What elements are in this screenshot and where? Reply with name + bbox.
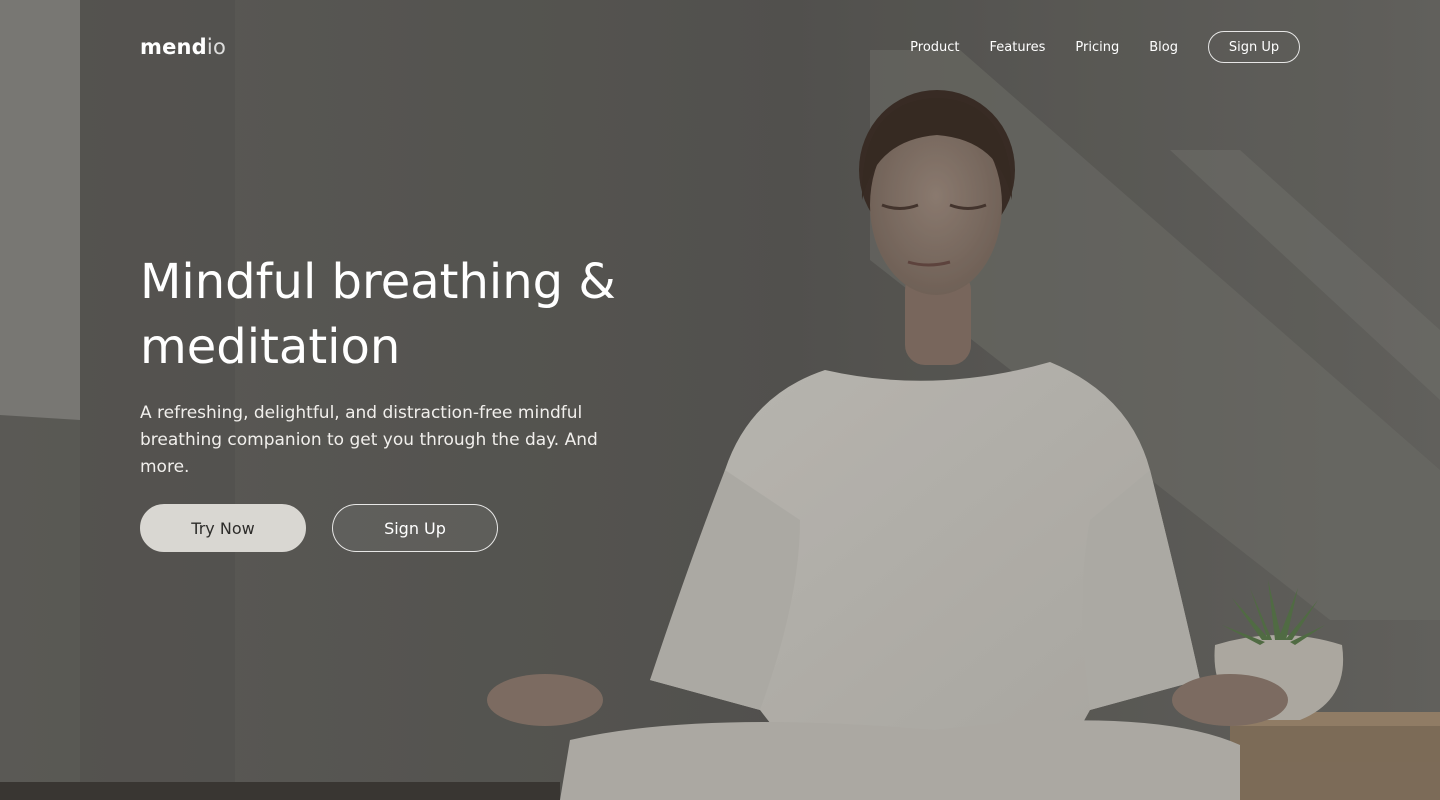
hero-signup-button[interactable]: Sign Up <box>332 504 498 552</box>
site-header: mendio Product Features Pricing Blog Sig… <box>140 30 1300 64</box>
logo-accent: io <box>206 34 227 59</box>
brand-logo[interactable]: mendio <box>140 34 227 59</box>
header-signup-button[interactable]: Sign Up <box>1208 31 1300 63</box>
try-now-button[interactable]: Try Now <box>140 504 306 552</box>
hero-title: Mindful breathing & meditation <box>140 254 616 375</box>
nav-link-pricing[interactable]: Pricing <box>1075 40 1119 55</box>
main-nav: Product Features Pricing Blog Sign Up <box>910 31 1300 63</box>
nav-link-product[interactable]: Product <box>910 40 959 55</box>
logo-main: mend <box>140 34 207 59</box>
nav-link-features[interactable]: Features <box>990 40 1046 55</box>
hero-subtitle: A refreshing, delightful, and distractio… <box>140 403 598 477</box>
nav-link-blog[interactable]: Blog <box>1149 40 1178 55</box>
